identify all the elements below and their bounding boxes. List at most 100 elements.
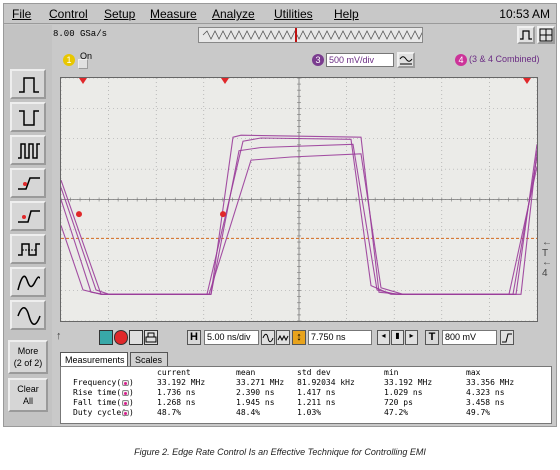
channel-1-badge[interactable]: 1 xyxy=(63,54,75,66)
clock: 10:53 AM xyxy=(499,7,550,21)
channel-4-label[interactable]: (3 & 4 Combined) xyxy=(469,54,540,64)
value-current: 1.736 ns xyxy=(157,388,196,397)
clear-label-line2: All xyxy=(22,396,33,406)
print-button[interactable] xyxy=(144,330,158,345)
rise-time-button[interactable] xyxy=(10,168,46,198)
measurement-marker xyxy=(76,211,82,218)
clear-label-line1: Clear xyxy=(17,384,39,394)
channel-4-badge[interactable]: 4 xyxy=(455,54,467,66)
channel-1-toggle[interactable] xyxy=(78,59,88,69)
timebase-wave-button[interactable] xyxy=(261,330,275,345)
timebase-bar: ↑ H 5.00 ns/div ↕ 7.750 ns ◂ ▮ ▸ T 800 m… xyxy=(53,326,556,350)
delay-right-button[interactable]: ▸ xyxy=(405,330,418,345)
column-header: min xyxy=(384,368,399,377)
menu-utilities[interactable]: Utilities xyxy=(274,7,313,21)
tab-scales[interactable]: Scales xyxy=(130,352,168,366)
menu-measure[interactable]: Measure xyxy=(150,7,197,21)
display-mode-button[interactable] xyxy=(537,26,555,44)
value-std-dev: 1.03% xyxy=(297,408,322,417)
delay-marker-icon: ↕ xyxy=(292,330,306,345)
fall-time-button[interactable] xyxy=(10,201,46,231)
value-mean: 2.390 ns xyxy=(236,388,275,397)
pulse-train-icon xyxy=(18,143,40,159)
channel-4-marker-icon: ← T xyxy=(542,237,552,259)
menu-file[interactable]: File xyxy=(12,7,31,21)
overshoot-icon xyxy=(17,275,41,291)
value-current: 48.7% xyxy=(157,408,182,417)
left-toolbar: More (2 of 2) Clear All xyxy=(4,25,52,426)
measurement-name: Rise time( xyxy=(73,388,122,397)
clear-all-button[interactable]: Clear All xyxy=(8,378,48,412)
menu-help[interactable]: Help xyxy=(334,7,359,21)
measurement-name: Duty cycle( xyxy=(73,408,126,417)
sine-wave-icon xyxy=(17,307,41,325)
sine-button[interactable] xyxy=(10,300,46,330)
source-icon: ) xyxy=(122,378,134,387)
table-header-row: current mean std dev min max xyxy=(61,368,551,377)
single-button[interactable] xyxy=(129,330,143,345)
channel-3-scale[interactable]: 500 mV/div xyxy=(326,53,394,67)
trigger-arrow-icon xyxy=(221,78,229,84)
value-min: 33.192 MHz xyxy=(384,378,433,387)
value-mean: 1.945 ns xyxy=(236,398,275,407)
more-button[interactable]: More (2 of 2) xyxy=(8,340,48,374)
arrow-up-icon[interactable]: ↑ xyxy=(56,330,62,342)
pulse-negative-button[interactable] xyxy=(10,102,46,132)
source-icon: ) xyxy=(122,408,134,417)
table-row[interactable]: Rise time( ) 1.736 ns 2.390 ns 1.417 ns … xyxy=(61,388,551,397)
menu-bar: File Control Setup Measure Analyze Utili… xyxy=(4,4,556,24)
value-current: 33.192 MHz xyxy=(157,378,206,387)
table-row[interactable]: Fall time( ) 1.268 ns 1.945 ns 1.211 ns … xyxy=(61,398,551,407)
period-icon xyxy=(18,243,40,256)
more-label-line2: (2 of 2) xyxy=(13,358,43,368)
channel-3-badge[interactable]: 3 xyxy=(312,54,324,66)
channel-3-coupling-button[interactable] xyxy=(397,52,415,68)
square-pulse-icon xyxy=(520,30,532,40)
table-row[interactable]: Frequency( ) 33.192 MHz 33.271 MHz 81.92… xyxy=(61,378,551,387)
waveform-graticule xyxy=(61,78,537,321)
waveform-display[interactable] xyxy=(60,77,538,322)
run-button[interactable] xyxy=(99,330,113,345)
waveform-overview[interactable] xyxy=(198,27,428,43)
column-header: std dev xyxy=(297,368,331,377)
value-std-dev: 1.417 ns xyxy=(297,388,336,397)
trigger-label: T xyxy=(425,330,439,345)
timebase-zoom-button[interactable] xyxy=(276,330,290,345)
delay-left-button[interactable]: ◂ xyxy=(377,330,390,345)
trigger-arrow-icon xyxy=(523,78,531,84)
coupling-icon xyxy=(399,56,413,65)
measurement-name: Fall time( xyxy=(73,398,122,407)
value-max: 49.7% xyxy=(466,408,491,417)
rising-edge-icon xyxy=(502,333,512,343)
menu-setup[interactable]: Setup xyxy=(104,7,135,21)
pulse-positive-button[interactable] xyxy=(10,69,46,99)
oscilloscope-window: File Control Setup Measure Analyze Utili… xyxy=(3,3,557,427)
tab-measurements[interactable]: Measurements xyxy=(60,352,128,366)
value-mean: 48.4% xyxy=(236,408,261,417)
source-icon: ) xyxy=(122,398,134,407)
value-max: 3.458 ns xyxy=(466,398,505,407)
measurement-marker xyxy=(220,211,226,218)
acquisition-strip: 8.00 GSa/s xyxy=(53,25,556,47)
run-mode-button[interactable] xyxy=(517,26,535,44)
period-button[interactable] xyxy=(10,234,46,264)
trigger-slope-button[interactable] xyxy=(500,330,514,345)
measurement-tabs: Measurements Scales xyxy=(60,352,550,366)
trigger-level-field[interactable]: 800 mV xyxy=(442,330,497,345)
pulse-train-button[interactable] xyxy=(10,135,46,165)
value-std-dev: 1.211 ns xyxy=(297,398,336,407)
trigger-arrow-icon xyxy=(79,78,87,84)
timebase-delay-field[interactable]: 7.750 ns xyxy=(308,330,372,345)
menu-analyze[interactable]: Analyze xyxy=(212,7,255,21)
table-row[interactable]: Duty cycle( ) 48.7% 48.4% 1.03% 47.2% 49… xyxy=(61,408,551,417)
timebase-scale-field[interactable]: 5.00 ns/div xyxy=(204,330,259,345)
pulse-negative-icon xyxy=(19,110,39,126)
value-current: 1.268 ns xyxy=(157,398,196,407)
stop-button[interactable] xyxy=(114,330,128,345)
menu-control[interactable]: Control xyxy=(49,7,88,21)
overshoot-button[interactable] xyxy=(10,267,46,297)
value-max: 33.356 MHz xyxy=(466,378,515,387)
value-mean: 33.271 MHz xyxy=(236,378,285,387)
zoom-wave-icon xyxy=(277,334,289,342)
delay-center-button[interactable]: ▮ xyxy=(391,330,404,345)
